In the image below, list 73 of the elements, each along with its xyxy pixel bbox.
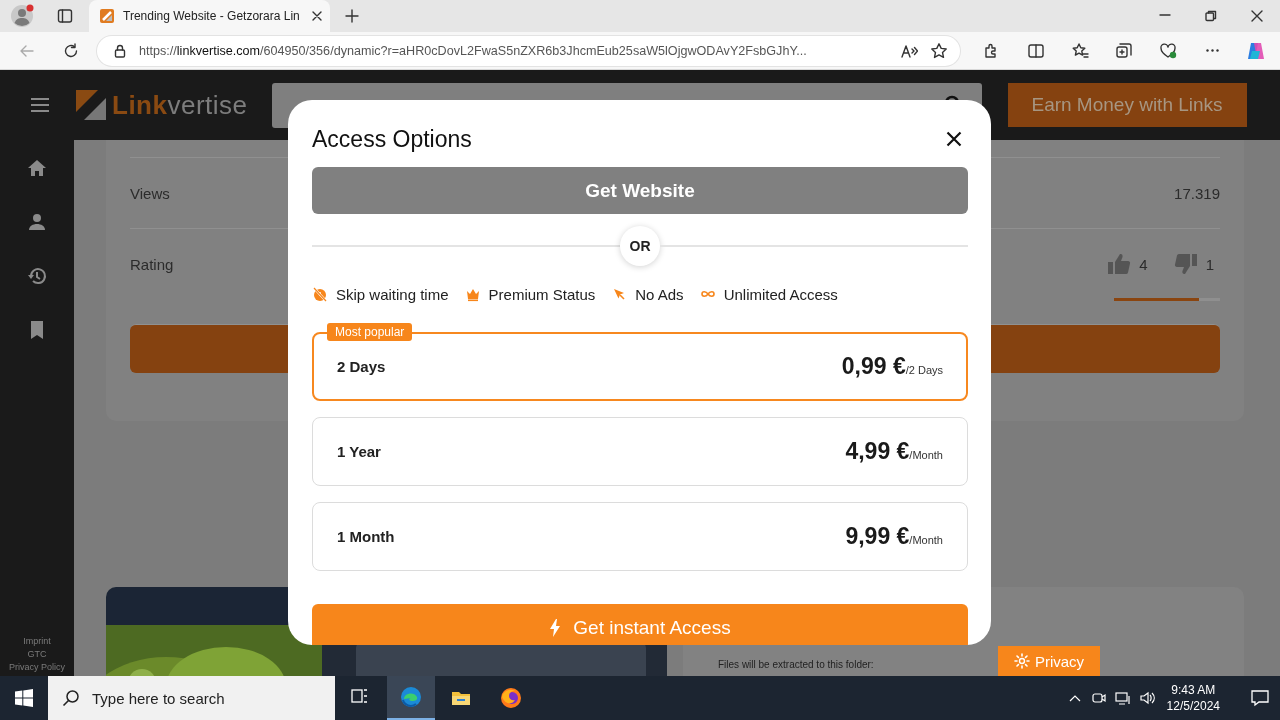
popular-badge: Most popular xyxy=(327,323,413,341)
feature-label: No Ads xyxy=(635,285,684,303)
close-icon[interactable] xyxy=(312,11,322,21)
plan-period: /Month xyxy=(909,534,943,546)
ad-text: Files will be extracted to this folder: xyxy=(718,659,874,671)
close-button[interactable] xyxy=(944,129,964,149)
stat-label: Rating xyxy=(130,255,174,273)
more-icon xyxy=(1205,49,1219,52)
browser-tab[interactable]: Trending Website - Getzorara Lin xyxy=(89,0,330,32)
collections-icon xyxy=(1115,41,1133,60)
footer-link[interactable]: GTC xyxy=(27,649,47,659)
home-icon[interactable] xyxy=(27,158,47,178)
plus-icon xyxy=(344,8,360,24)
feature-label: Premium Status xyxy=(488,285,596,303)
camera-icon[interactable] xyxy=(1090,690,1107,706)
tab-actions-icon xyxy=(57,8,73,24)
lightning-icon xyxy=(549,619,562,637)
favorites-icon xyxy=(1071,41,1089,60)
split-screen-icon xyxy=(1027,41,1045,60)
plan-period: /2 Days xyxy=(905,364,943,376)
edge-icon xyxy=(400,686,422,708)
logo-wordmark: Linkvertise xyxy=(112,89,248,121)
feature-label: Unlimited Access xyxy=(723,285,838,303)
volume-icon[interactable] xyxy=(1138,690,1155,706)
restore-icon xyxy=(1205,10,1217,22)
taskbar-search[interactable]: Type here to search xyxy=(48,676,335,720)
plan-period: /Month xyxy=(909,449,943,461)
favicon-icon xyxy=(99,8,115,24)
get-website-button[interactable]: Get Website xyxy=(312,167,968,214)
heart-pulse-icon xyxy=(1159,41,1177,60)
clock-off-icon xyxy=(312,286,328,302)
search-placeholder: Type here to search xyxy=(92,689,225,707)
clock-date[interactable]: 12/5/2024 xyxy=(1166,698,1220,714)
history-icon[interactable] xyxy=(27,266,47,286)
footer-link[interactable]: Imprint xyxy=(23,636,51,646)
profile-icon[interactable] xyxy=(9,3,35,29)
close-icon xyxy=(1251,10,1263,22)
read-aloud-icon[interactable] xyxy=(900,42,918,59)
network-icon[interactable] xyxy=(1114,690,1131,706)
stat-label: Views xyxy=(130,184,170,202)
star-icon[interactable] xyxy=(930,41,948,60)
refresh-icon xyxy=(63,42,79,59)
plan-option[interactable]: 1 Year 4,99 €/Month xyxy=(312,417,968,486)
thumbs-down-icon[interactable] xyxy=(1173,253,1198,275)
thumbs-up-icon[interactable] xyxy=(1107,253,1132,275)
gear-icon xyxy=(1013,653,1030,669)
footer-link[interactable]: Privacy Policy xyxy=(9,662,65,672)
address-bar[interactable]: https://linkvertise.com/604950/356/dynamic?r=aHR0cDovL2FwaS5nZXR6b3JhcmEub25saW5lOjgwODAvY2FsbGJhY... xyxy=(97,35,960,66)
tab-title: Trending Website - Getzorara Lin xyxy=(123,9,301,23)
dialog-title: Access Options xyxy=(312,125,472,153)
close-icon xyxy=(946,131,962,147)
plan-price: 9,99 € xyxy=(845,523,910,550)
plan-price: 0,99 € xyxy=(841,353,906,380)
like-count: 4 xyxy=(1139,255,1148,273)
plan-price: 4,99 € xyxy=(845,438,910,465)
plan-name: 1 Month xyxy=(337,528,395,545)
logo-icon xyxy=(74,88,108,122)
search-icon xyxy=(62,689,80,707)
plan-option[interactable]: 1 Month 9,99 €/Month xyxy=(312,502,968,571)
stat-value: 17.319 xyxy=(1174,184,1220,202)
firefox-icon xyxy=(500,687,522,709)
plan-name: 2 Days xyxy=(337,358,386,375)
dislike-count: 1 xyxy=(1205,255,1214,273)
notification-icon[interactable] xyxy=(1250,688,1270,708)
url-text: https://linkvertise.com/604950/356/dynamic?r=aHR0cDovL2FwaS5nZXR6b3JhcmEub25saW5lOjgwODAvY2FsbGJhY... xyxy=(139,43,808,58)
feature-label: Skip waiting time xyxy=(336,285,449,303)
clock-time[interactable]: 9:43 AM xyxy=(1171,682,1216,698)
edge-button[interactable] xyxy=(387,676,435,720)
windows-icon xyxy=(15,689,33,707)
user-icon[interactable] xyxy=(27,212,47,232)
menu-icon[interactable] xyxy=(30,97,50,113)
lock-icon xyxy=(113,43,127,58)
plan-name: 1 Year xyxy=(337,443,381,460)
